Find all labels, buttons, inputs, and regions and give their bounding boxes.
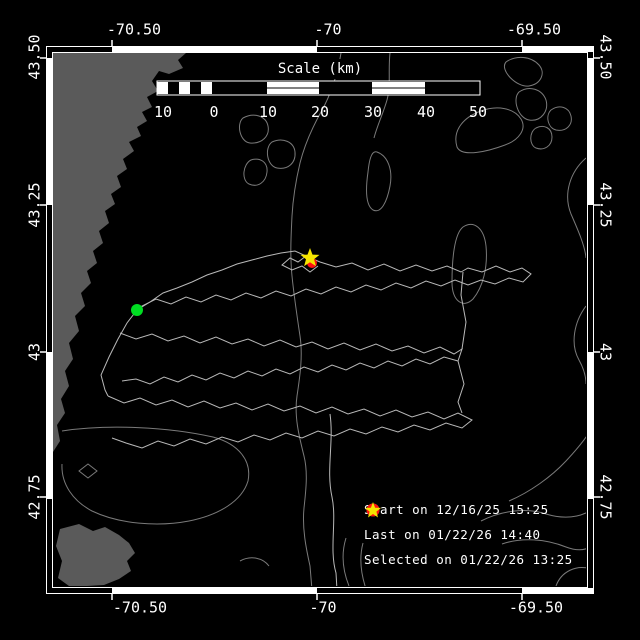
scale-tick-0: 0 xyxy=(209,103,219,121)
lat-label-right-4: 42.75 xyxy=(596,474,615,520)
legend-row-start: Start on 12/16/25 15:25 xyxy=(364,501,573,517)
scale-tick-50: 50 xyxy=(468,103,488,121)
selected-star-icon xyxy=(364,502,382,518)
scale-tick-40: 40 xyxy=(416,103,436,121)
legend-last-label: Last on 01/22/26 14:40 xyxy=(364,526,541,542)
drifter-map-plot: -70.50 -70 -69.50 -70.50 -70 -69.50 43.5… xyxy=(0,0,640,640)
lon-label-bottom-2: -70 xyxy=(309,598,337,617)
lon-label-top-2: -70 xyxy=(314,20,342,39)
lon-label-bottom-1: -70.50 xyxy=(112,598,168,617)
lon-label-top-3: -69.50 xyxy=(506,20,562,39)
scale-tick-20: 20 xyxy=(310,103,330,121)
legend: Start on 12/16/25 15:25 Last on 01/22/26… xyxy=(364,501,573,576)
legend-row-selected: Selected on 01/22/26 13:25 xyxy=(364,502,573,567)
legend-selected-label: Selected on 01/22/26 13:25 xyxy=(364,551,573,567)
lat-label-right-3: 43 xyxy=(596,342,615,362)
lat-label-left-4: 42.75 xyxy=(25,474,44,520)
start-position-marker xyxy=(131,304,143,316)
lat-label-left-3: 43 xyxy=(25,342,44,362)
scale-tick-10: 10 xyxy=(258,103,278,121)
lon-label-bottom-3: -69.50 xyxy=(508,598,564,617)
scale-tick-10L: 10 xyxy=(153,103,173,121)
lat-label-right-2: 43.25 xyxy=(596,182,615,228)
land-polygon-south xyxy=(56,524,135,586)
legend-start-label: Start on 12/16/25 15:25 xyxy=(364,501,549,517)
lon-label-top-1: -70.50 xyxy=(106,20,162,39)
scale-bar-title: Scale (km) xyxy=(270,59,370,79)
lat-label-left-2: 43.25 xyxy=(25,182,44,228)
lat-label-left-1: 43.50 xyxy=(25,34,44,80)
scale-bar xyxy=(156,80,481,96)
legend-row-last: Last on 01/22/26 14:40 xyxy=(364,503,573,542)
scale-tick-30: 30 xyxy=(363,103,383,121)
lat-label-right-1: 43.50 xyxy=(596,34,615,80)
